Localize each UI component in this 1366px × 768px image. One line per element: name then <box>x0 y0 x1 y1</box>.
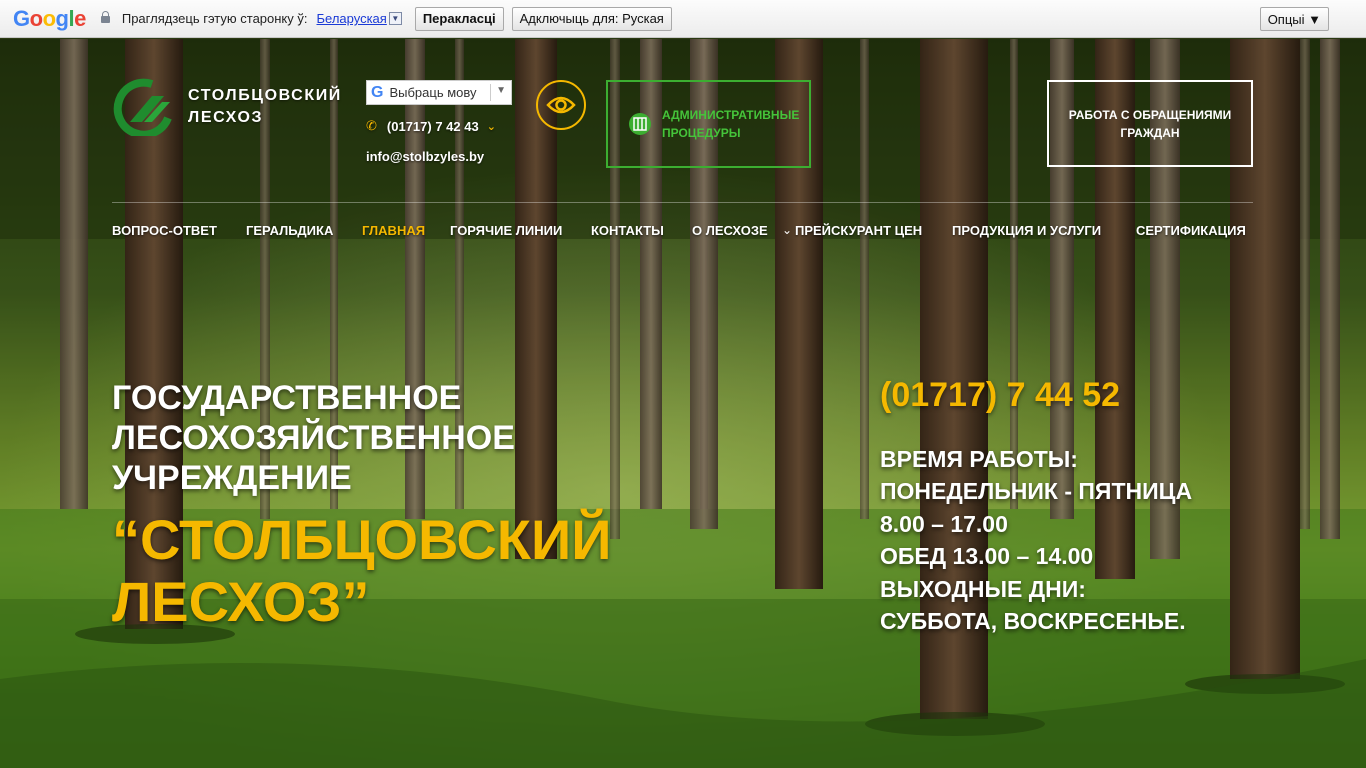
translate-bar: Google Прaглядзець гэтую старонку ў: Бел… <box>0 0 1366 38</box>
accessibility-eye-button[interactable] <box>536 80 586 130</box>
admin-procedures-line-1: Административные <box>662 108 800 122</box>
hero-org-name-line-2: лесхоз” <box>112 570 370 633</box>
admin-procedures-label: Административные процедуры <box>662 106 799 142</box>
hero-title-line-2: лесохозяйственное <box>112 419 515 457</box>
translate-button[interactable]: Перакласці <box>414 6 504 31</box>
working-hours-line: суббота, воскресенье. <box>880 608 1186 635</box>
disable-translate-button[interactable]: Адключыць для: Руская <box>511 6 672 31</box>
site-logo[interactable]: Столбцовский лесхоз <box>112 78 342 136</box>
working-hours-line: Понедельник - пятница <box>880 478 1193 505</box>
logo-text: Столбцовский лесхоз <box>188 85 342 129</box>
procedures-icon <box>629 113 651 135</box>
nav-item-products[interactable]: Продукция и услуги <box>952 223 1101 238</box>
translate-language-link[interactable]: Беларуская <box>317 11 387 26</box>
chevron-down-icon[interactable]: ⌄ <box>782 223 792 237</box>
header-divider <box>112 202 1253 203</box>
working-hours-line: Время работы: <box>880 446 1078 472</box>
hero-title: Государственное лесохозяйственное учрежд… <box>112 378 572 498</box>
nav-item-about[interactable]: О лесхозе <box>692 223 768 238</box>
lock-icon <box>100 10 110 25</box>
phone-icon: ✆ <box>366 118 377 133</box>
main-nav: Вопрос-ответ Геральдика Главная Горячие … <box>112 223 1253 241</box>
hero-org-name-line-1: “Столбцовский <box>112 508 612 571</box>
working-hours-line: Обед 13.00 – 14.00 <box>880 543 1094 570</box>
hero-title-line-3: учреждение <box>112 459 352 497</box>
language-select[interactable]: G Выбраць мову ▼ <box>366 80 512 105</box>
hero-title-line-1: Государственное <box>112 379 462 417</box>
nav-item-prices[interactable]: Прейскурант цен <box>795 223 922 238</box>
chevron-down-icon[interactable]: ⌄ <box>487 120 496 133</box>
nav-item-heraldry[interactable]: Геральдика <box>246 223 333 238</box>
google-logo: Google <box>13 5 86 31</box>
working-hours-line: Выходные дни: <box>880 575 1086 602</box>
logo-line-1: Столбцовский <box>188 87 342 104</box>
nav-item-certification[interactable]: Сертификация <box>1136 223 1246 238</box>
chevron-down-icon[interactable]: ▼ <box>388 12 402 25</box>
admin-procedures-button[interactable]: Административные процедуры <box>606 80 811 168</box>
header-phone-number[interactable]: (01717) 7 42 43 <box>387 119 479 134</box>
working-hours-line: 8.00 – 17.00 <box>880 510 1008 537</box>
eye-icon <box>546 96 576 114</box>
header-email[interactable]: info@stolbzyles.by <box>366 149 484 164</box>
language-select-label: Выбраць мову <box>389 85 477 100</box>
working-hours: Время работы: Понедельник - пятница 8.00… <box>880 443 1300 637</box>
chevron-down-icon: ▼ <box>496 85 506 96</box>
nav-item-contacts[interactable]: Контакты <box>591 223 664 238</box>
translate-question: Прaглядзець гэтую старонку ў: <box>121 11 308 26</box>
hero-phone[interactable]: (01717) 7 44 52 <box>880 375 1120 415</box>
select-divider <box>490 84 491 101</box>
header-phone[interactable]: ✆ (01717) 7 42 43 ⌄ <box>366 118 496 134</box>
nav-item-faq[interactable]: Вопрос-ответ <box>112 223 217 238</box>
citizen-appeals-button[interactable]: Работа с обращениями граждан <box>1047 80 1253 167</box>
nav-item-hotlines[interactable]: Горячие линии <box>450 223 562 238</box>
logo-icon <box>113 78 172 136</box>
nav-item-home[interactable]: Главная <box>362 223 425 238</box>
hero-org-name: “Столбцовский лесхоз” <box>112 509 672 633</box>
admin-procedures-line-2: процедуры <box>662 126 741 140</box>
google-g-icon: G <box>371 83 384 101</box>
translate-options-button[interactable]: Опцыі ▼ <box>1259 7 1329 31</box>
logo-line-2: лесхоз <box>188 109 264 126</box>
